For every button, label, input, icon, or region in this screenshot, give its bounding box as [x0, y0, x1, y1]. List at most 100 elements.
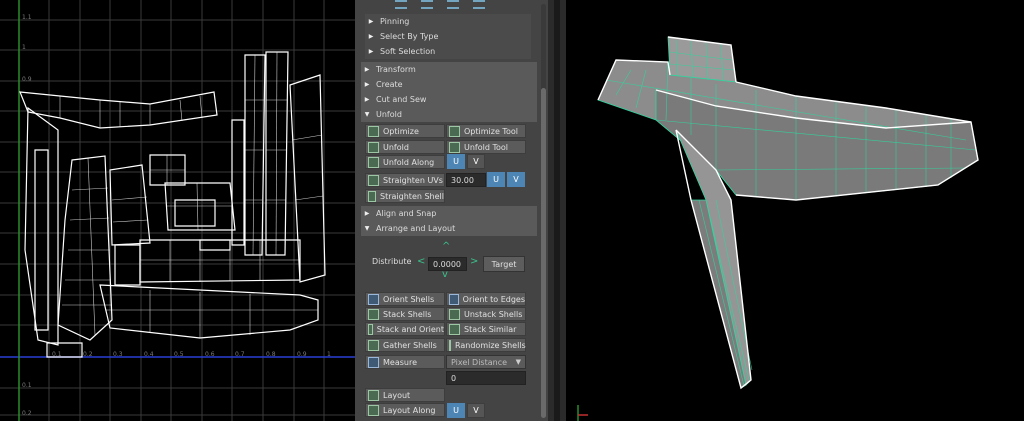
section-create[interactable]: ▶ Create — [361, 77, 537, 92]
section-align-and-snap[interactable]: ▶ Align and Snap — [361, 206, 537, 221]
unstack-shells-icon — [449, 308, 460, 320]
unfold-along-icon — [368, 156, 379, 168]
pane-splitter[interactable] — [548, 0, 566, 421]
measure-mode-dropdown[interactable]: Pixel Distance ▼ — [446, 355, 526, 369]
uv-y-tick: 0.1 — [22, 382, 32, 389]
uv-x-tick: 0.3 — [113, 351, 123, 358]
target-button[interactable]: Target — [483, 256, 525, 272]
randomize-shells-icon — [449, 339, 451, 351]
uv-x-tick: 0.9 — [297, 351, 307, 358]
section-pinning[interactable]: ▶ Pinning — [365, 14, 531, 29]
uv-x-tick: 1 — [327, 351, 331, 358]
mesh-model — [577, 36, 979, 421]
gather-shells-button[interactable]: Gather Shells — [365, 338, 445, 352]
section-transform[interactable]: ▶ Transform — [361, 62, 537, 77]
orient-shells-icon — [368, 293, 379, 305]
straighten-uvs-icon — [368, 174, 379, 186]
stack-shells-icon — [368, 308, 379, 320]
section-label: Align and Snap — [376, 209, 437, 218]
stack-icon[interactable] — [447, 0, 459, 9]
collapsed-arrow-icon: ▶ — [368, 48, 374, 55]
stack-similar-icon — [449, 323, 460, 335]
expanded-arrow-icon: ▼ — [364, 225, 370, 232]
expanded-arrow-icon: ▼ — [364, 111, 370, 118]
stack-and-orient-icon — [368, 323, 373, 335]
section-label: Cut and Sew — [376, 95, 427, 104]
unfold-tool-button[interactable]: Unfold Tool — [446, 140, 526, 154]
uv-y-tick: 0.2 — [22, 410, 32, 417]
collapsed-arrow-icon: ▶ — [364, 66, 370, 73]
unfold-along-button[interactable]: Unfold Along — [365, 155, 445, 169]
unfold-button[interactable]: Unfold — [365, 140, 445, 154]
distribute-down-arrow-icon[interactable]: v — [442, 270, 448, 280]
uv-editor-canvas[interactable]: 1.1 1 0.9 0.1 0.2 0.1 0.2 0.3 0.4 0.5 0.… — [0, 0, 355, 421]
straighten-uvs-button[interactable]: Straighten UVs — [365, 173, 445, 187]
layout-along-button[interactable]: Layout Along — [365, 403, 445, 417]
uv-toolkit-panel: ▶ Pinning ▶ Select By Type ▶ Soft Select… — [355, 0, 548, 421]
layout-icon[interactable] — [395, 0, 407, 9]
uv-x-tick: 0.4 — [144, 351, 154, 358]
layout-button[interactable]: Layout — [365, 388, 445, 402]
collapsed-arrow-icon: ▶ — [368, 18, 374, 25]
layout-along-u-toggle[interactable]: U — [447, 403, 465, 418]
layout-along-v-toggle[interactable]: V — [467, 403, 485, 418]
stack-shells-button[interactable]: Stack Shells — [365, 307, 445, 321]
uv-y-tick: 1.1 — [22, 14, 32, 21]
collapsed-arrow-icon: ▶ — [364, 210, 370, 217]
straighten-v-toggle[interactable]: V — [507, 172, 525, 187]
panel-top-icons — [395, 0, 485, 12]
distribute-right-arrow-icon[interactable]: > — [470, 257, 478, 267]
uv-x-tick: 0.7 — [235, 351, 245, 358]
section-select-by-type[interactable]: ▶ Select By Type — [365, 29, 531, 44]
distribute-left-arrow-icon[interactable]: < — [417, 257, 425, 267]
section-label: Unfold — [376, 110, 402, 119]
uv-y-tick: 1 — [22, 44, 26, 51]
uv-y-tick: 0.9 — [22, 76, 32, 83]
distribute-up-arrow-icon[interactable]: ^ — [442, 242, 450, 252]
optimize-tool-button[interactable]: Optimize Tool — [446, 124, 526, 138]
straighten-angle-field[interactable]: 30.00 — [446, 173, 486, 187]
randomize-shells-button[interactable]: Randomize Shells — [446, 338, 526, 352]
collapsed-arrow-icon: ▶ — [368, 33, 374, 40]
collapsed-arrow-icon: ▶ — [364, 81, 370, 88]
orient-shells-button[interactable]: Orient Shells — [365, 292, 445, 306]
section-cut-and-sew[interactable]: ▶ Cut and Sew — [361, 92, 537, 107]
panel-scrollbar[interactable] — [541, 4, 546, 418]
straighten-u-toggle[interactable]: U — [487, 172, 505, 187]
layout-along-icon — [368, 404, 379, 416]
orient-to-edges-button[interactable]: Orient to Edges — [446, 292, 526, 306]
collapsed-arrow-icon: ▶ — [364, 96, 370, 103]
measure-button[interactable]: Measure — [365, 355, 445, 369]
section-soft-selection[interactable]: ▶ Soft Selection — [365, 44, 531, 59]
stack-similar-button[interactable]: Stack Similar — [446, 322, 526, 336]
layout-icon — [368, 389, 379, 401]
panel-scrollbar-thumb[interactable] — [541, 88, 546, 418]
orient-to-edges-icon — [449, 293, 459, 305]
measure-value-field: 0 — [446, 371, 526, 385]
optimize-tool-icon — [449, 125, 460, 137]
ruler-icon — [368, 356, 379, 368]
section-label: Transform — [376, 65, 416, 74]
distribute-label: Distribute — [372, 257, 412, 266]
section-label: Select By Type — [380, 32, 439, 41]
uv-x-tick: 0.1 — [52, 351, 62, 358]
optimize-button[interactable]: Optimize — [365, 124, 445, 138]
uv-x-tick: 0.2 — [83, 351, 93, 358]
section-unfold[interactable]: ▼ Unfold — [361, 107, 537, 122]
uv-x-tick: 0.5 — [174, 351, 184, 358]
measure-mode-value: Pixel Distance — [451, 357, 508, 367]
section-arrange-and-layout[interactable]: ▼ Arrange and Layout — [361, 221, 537, 236]
align-icon[interactable] — [473, 0, 485, 9]
chevron-down-icon: ▼ — [515, 358, 521, 366]
gather-shells-icon — [368, 339, 379, 351]
section-label: Pinning — [380, 17, 410, 26]
grid-icon[interactable] — [421, 0, 433, 9]
straighten-shell-button[interactable]: Straighten Shell — [365, 189, 445, 203]
unstack-shells-button[interactable]: Unstack Shells — [446, 307, 526, 321]
unfold-along-v-toggle[interactable]: V — [467, 154, 485, 169]
stack-and-orient-button[interactable]: Stack and Orient — [365, 322, 445, 336]
uv-x-tick: 0.8 — [266, 351, 276, 358]
unfold-along-u-toggle[interactable]: U — [447, 154, 465, 169]
unfold-icon — [368, 141, 379, 153]
3d-viewport[interactable] — [566, 0, 1024, 421]
